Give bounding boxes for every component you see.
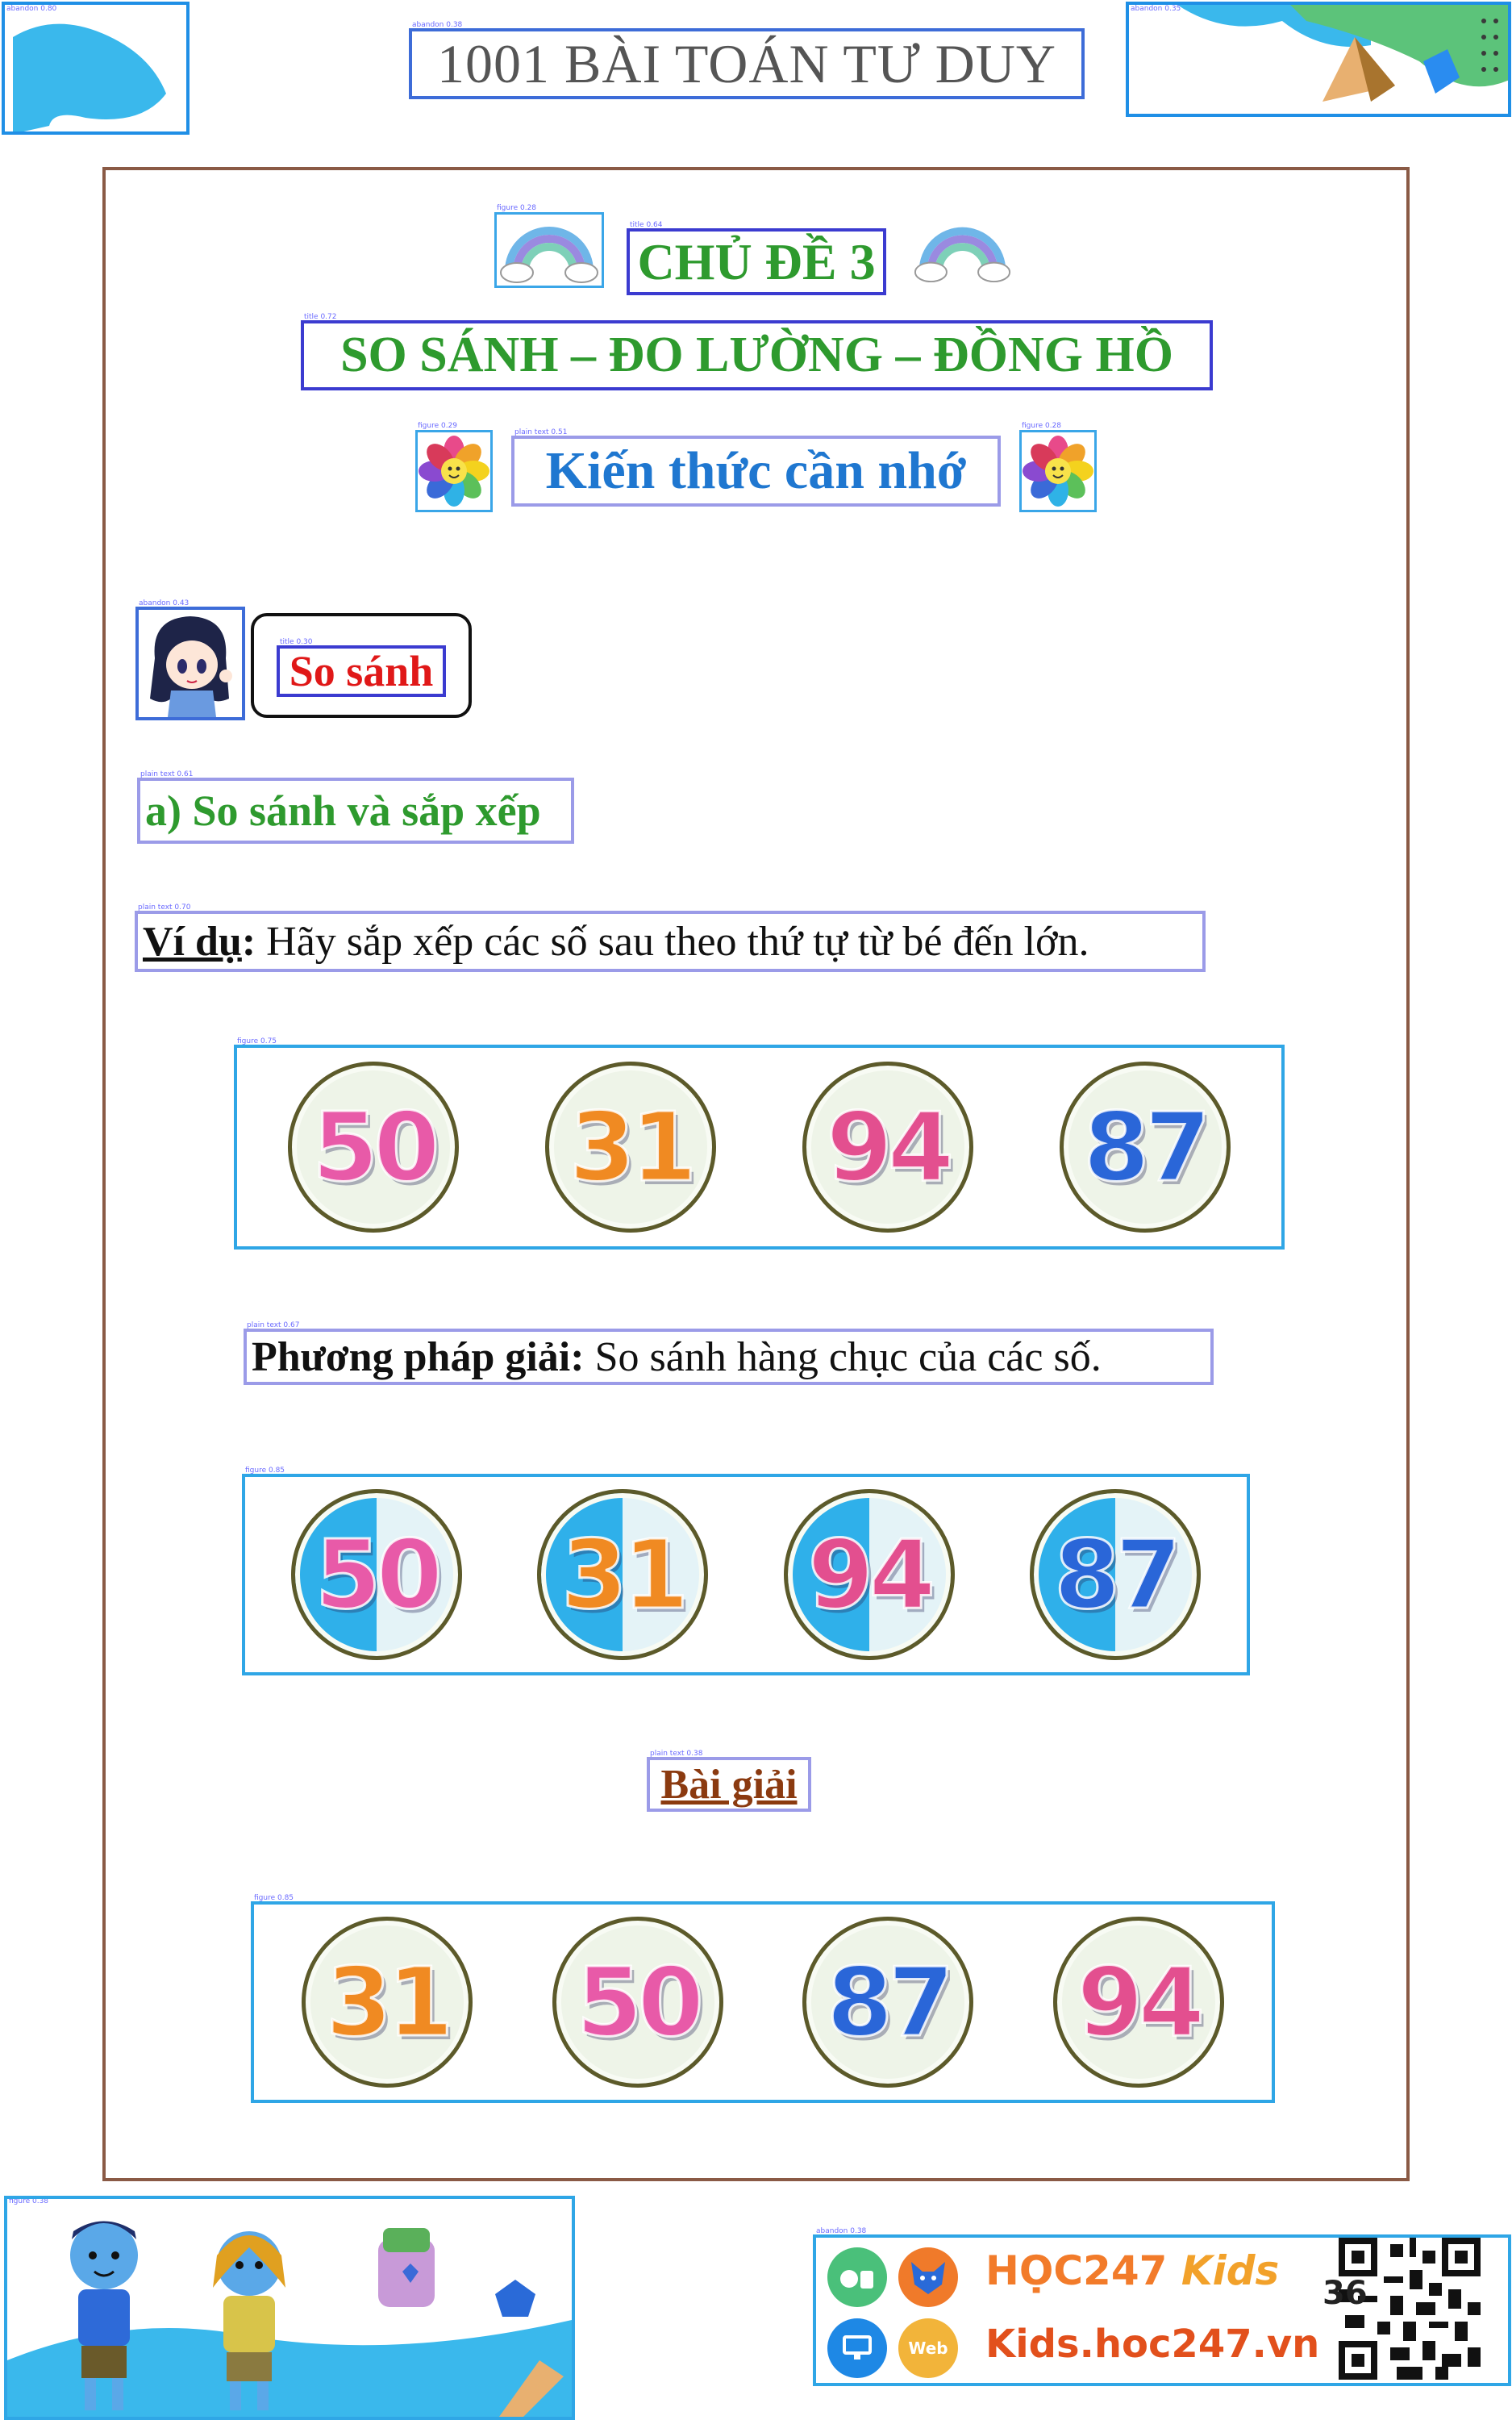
subheading-box: plain text 0.61 a) So sánh và sắp xếp — [137, 770, 574, 844]
detect-label: abandon 0.38 — [816, 2227, 867, 2235]
topic-title-box: title 0.72 SO SÁNH – ĐO LƯỜNG – ĐỒNG HỒ — [301, 313, 1213, 390]
knowledge-heading: Kiến thức cần nhớ — [545, 441, 967, 500]
detect-label: plain text 0.67 — [247, 1321, 300, 1329]
number-ball: 31 — [302, 1917, 473, 2088]
method-paragraph: Phương pháp giải: So sánh hàng chục của … — [252, 1333, 1102, 1381]
solution-heading: Bài giải — [660, 1761, 798, 1808]
number-ball: 87 — [1059, 1062, 1231, 1233]
numbers-original-figure: figure 0.75 50 31 94 87 — [234, 1037, 1285, 1250]
knowledge-heading-box: plain text 0.51 Kiến thức cần nhớ — [511, 428, 1001, 507]
brand-name: HỌC247 Kids — [985, 2247, 1279, 2294]
number-value: 31 — [569, 1091, 698, 1204]
number-ball-split: 94 — [783, 1489, 955, 1660]
brand-kids: Kids — [1181, 2247, 1280, 2294]
detect-label: plain text 0.38 — [650, 1750, 703, 1758]
flower-icon: figure 0.29 — [415, 422, 493, 512]
girl-mascot-icon: abandon 0.43 — [135, 599, 245, 720]
topic-title: SO SÁNH – ĐO LƯỜNG – ĐỒNG HỒ — [340, 328, 1173, 382]
number-value: 87 — [1053, 1518, 1183, 1632]
page-header-title: 1001 BÀI TOÁN TƯ DUY — [437, 32, 1056, 94]
number-value: 94 — [806, 1518, 936, 1632]
numbers-answer-figure: figure 0.85 31 50 87 94 — [251, 1894, 1275, 2103]
rainbow-icon — [911, 212, 1014, 288]
shapes-decoration — [1177, 5, 1508, 102]
number-ball: 87 — [802, 1917, 974, 2088]
desktop-icon[interactable] — [827, 2318, 887, 2378]
number-ball: 94 — [1052, 1917, 1224, 2088]
page-number: 36 — [1322, 2275, 1368, 2312]
detect-label: plain text 0.70 — [138, 903, 191, 912]
number-value: 50 — [575, 1946, 705, 2059]
number-ball: 31 — [545, 1062, 717, 1233]
kids-illustration: figure 0.38 — [4, 2196, 575, 2420]
method-box: plain text 0.67 Phương pháp giải: So sán… — [244, 1321, 1214, 1385]
detect-label: figure 0.38 — [9, 2197, 49, 2205]
detect-label: title 0.30 — [280, 638, 313, 646]
subheading: a) So sánh và sắp xếp — [145, 786, 541, 835]
detect-label: title 0.64 — [630, 221, 663, 229]
flower-icon: figure 0.28 — [1019, 422, 1097, 512]
detect-label: plain text 0.51 — [514, 428, 568, 436]
web-badge[interactable]: Web — [898, 2318, 958, 2378]
detect-label: title 0.72 — [304, 313, 337, 321]
example-text: Hãy sắp xếp các số sau theo thứ tự từ bé… — [256, 918, 1089, 965]
blue-wave-shape — [13, 23, 166, 131]
number-ball: 94 — [802, 1062, 973, 1233]
number-value: 50 — [314, 1518, 444, 1632]
topic-label: CHỦ ĐỀ 3 — [637, 232, 876, 290]
number-value: 31 — [325, 1946, 455, 2059]
number-value: 87 — [1082, 1091, 1212, 1204]
number-ball-split: 31 — [537, 1489, 709, 1660]
detect-label: figure 0.75 — [237, 1037, 277, 1045]
number-value: 94 — [825, 1091, 955, 1204]
section-title: So sánh — [289, 647, 434, 695]
detect-label: plain text 0.61 — [140, 770, 194, 778]
method-label: Phương pháp giải: — [252, 1333, 585, 1380]
app-store-icon[interactable] — [827, 2247, 887, 2307]
detect-label: figure 0.28 — [1022, 422, 1062, 430]
number-ball-split: 50 — [290, 1489, 462, 1660]
rainbow-icon: figure 0.28 — [494, 204, 604, 288]
example-colon: : — [241, 918, 256, 965]
number-value: 87 — [826, 1946, 956, 2059]
compare-title-box: title 0.30 So sánh — [277, 638, 446, 697]
detect-label: abandon 0.80 — [6, 5, 57, 13]
number-ball: 50 — [288, 1062, 460, 1233]
detect-label: abandon 0.35 — [1131, 5, 1181, 13]
brand-url-link[interactable]: Kids.hoc247.vn — [985, 2322, 1319, 2367]
number-value: 94 — [1076, 1946, 1206, 2059]
header-title-box: abandon 0.38 1001 BÀI TOÁN TƯ DUY — [409, 21, 1085, 99]
fox-mascot-icon — [898, 2247, 958, 2307]
corner-decoration-right: abandon 0.35 — [1126, 2, 1511, 117]
number-value: 50 — [311, 1091, 441, 1204]
detect-label: abandon 0.43 — [139, 599, 190, 607]
method-text: So sánh hàng chục của các số. — [584, 1333, 1102, 1380]
solution-heading-box: plain text 0.38 Bài giải — [647, 1750, 811, 1812]
numbers-method-figure: figure 0.85 50 31 94 87 — [242, 1467, 1250, 1675]
detect-label: abandon 0.38 — [412, 21, 463, 29]
detect-label: figure 0.85 — [245, 1467, 285, 1475]
corner-decoration-left: abandon 0.80 — [2, 2, 190, 135]
number-value: 31 — [560, 1518, 690, 1632]
topic-label-box: title 0.64 CHỦ ĐỀ 3 — [627, 221, 886, 295]
example-label: Ví dụ — [143, 918, 242, 965]
number-ball-split: 87 — [1030, 1489, 1202, 1660]
example-paragraph: Ví dụ: Hãy sắp xếp các số sau theo thứ t… — [143, 918, 1089, 966]
detect-label: figure 0.29 — [418, 422, 458, 430]
detect-label: figure 0.28 — [497, 204, 537, 212]
brand-name-main: HỌC247 — [985, 2247, 1168, 2294]
detect-label: figure 0.85 — [254, 1894, 294, 1902]
number-ball: 50 — [552, 1917, 723, 2088]
example-box: plain text 0.70 Ví dụ: Hãy sắp xếp các s… — [135, 903, 1206, 972]
